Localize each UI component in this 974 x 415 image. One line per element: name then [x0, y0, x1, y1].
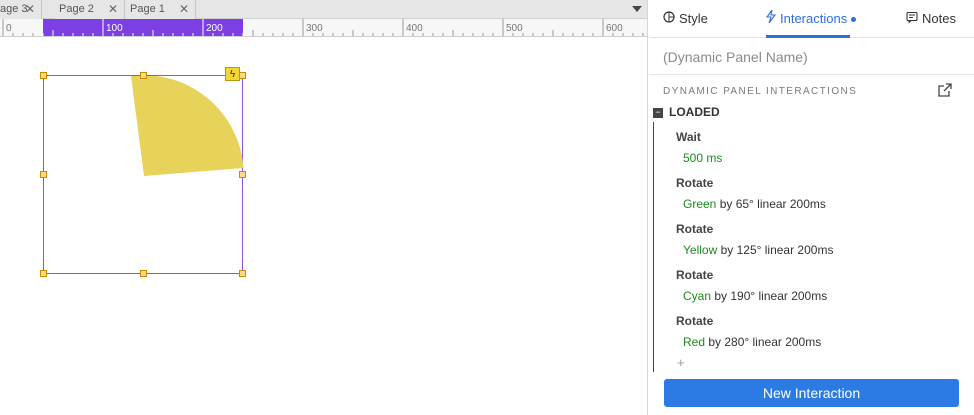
page-tab-label: age 3	[0, 3, 28, 15]
close-icon[interactable]: ✕	[108, 0, 118, 19]
resize-handle-top-right[interactable]	[239, 72, 246, 79]
widget-name-field[interactable]: (Dynamic Panel Name)	[663, 49, 808, 65]
ruler-label: 100	[106, 23, 123, 34]
resize-handle-bottom-right[interactable]	[239, 270, 246, 277]
resize-handle-left[interactable]	[40, 171, 47, 178]
action-params: by 125° linear 200ms	[717, 243, 834, 257]
action-rotate-yellow[interactable]: Rotate Yellow by 125° linear 200ms	[676, 222, 833, 257]
tab-interactions-label: Interactions	[780, 11, 848, 26]
page-tab-page-2[interactable]: Page 2 ✕	[55, 0, 125, 19]
ruler-graphic: 0 100 200 300 400 500 600	[2, 19, 644, 36]
action-detail[interactable]: Red by 280° linear 200ms	[683, 335, 821, 349]
interaction-lightning-icon[interactable]: ϟ	[225, 67, 240, 81]
tab-interactions[interactable]: Interactions	[765, 0, 857, 38]
action-rotate-red[interactable]: Rotate Red by 280° linear 200ms	[676, 314, 821, 349]
pie-quarter-shape[interactable]	[44, 76, 244, 275]
tab-menu-dropdown-icon[interactable]	[632, 6, 642, 12]
ruler-label: 500	[506, 23, 523, 34]
action-target: 500 ms	[683, 151, 723, 165]
action-rotate-green[interactable]: Rotate Green by 65° linear 200ms	[676, 176, 826, 211]
close-icon[interactable]: ✕	[25, 0, 35, 19]
ruler-label: 0	[6, 23, 12, 34]
new-interaction-button[interactable]: New Interaction	[664, 379, 959, 407]
add-action-icon[interactable]: +	[677, 355, 685, 370]
unsaved-indicator-dot	[851, 17, 857, 23]
action-detail[interactable]: Yellow by 125° linear 200ms	[683, 243, 833, 257]
action-title: Wait	[676, 130, 701, 144]
divider	[649, 74, 974, 75]
action-target: Red	[683, 335, 706, 349]
action-title: Rotate	[676, 176, 714, 190]
tab-style-label: Style	[679, 11, 708, 26]
dynamic-panel-widget[interactable]	[43, 75, 244, 275]
ruler-label: 200	[206, 23, 223, 34]
action-title: Rotate	[676, 314, 714, 328]
action-params: by 65° linear 200ms	[716, 197, 826, 211]
action-title: Rotate	[676, 222, 714, 236]
tab-notes-label: Notes	[922, 11, 956, 26]
active-tab-underline	[766, 35, 850, 38]
notes-icon	[906, 0, 918, 38]
ruler-label: 400	[406, 23, 423, 34]
action-detail[interactable]: Cyan by 190° linear 200ms	[683, 289, 827, 303]
resize-handle-bottom[interactable]	[140, 270, 147, 277]
ruler-label: 300	[306, 23, 323, 34]
popout-icon[interactable]	[937, 82, 953, 103]
page-tab-label: Page 1	[130, 3, 165, 15]
page-tab-bar: age 3 ✕ Page 2 ✕ Page 1 ✕	[0, 0, 647, 19]
event-connector-line	[653, 122, 654, 372]
page-tab-page-1[interactable]: Page 1 ✕	[126, 0, 196, 19]
lightning-icon	[765, 0, 777, 38]
action-params: by 280° linear 200ms	[705, 335, 822, 349]
inspector-tabs: Style Interactions Notes	[649, 0, 974, 38]
action-target: Green	[683, 197, 717, 211]
horizontal-ruler: 0 100 200 300 400 500 600	[0, 19, 647, 37]
collapse-icon[interactable]: −	[653, 108, 663, 118]
ruler-label: 600	[606, 23, 623, 34]
action-wait[interactable]: Wait 500 ms	[676, 130, 722, 165]
action-detail[interactable]: Green by 65° linear 200ms	[683, 197, 826, 211]
action-rotate-cyan[interactable]: Rotate Cyan by 190° linear 200ms	[676, 268, 827, 303]
close-icon[interactable]: ✕	[179, 0, 189, 19]
action-detail[interactable]: 500 ms	[683, 151, 722, 165]
page-tab-page-3[interactable]: age 3 ✕	[0, 0, 42, 19]
section-heading: DYNAMIC PANEL INTERACTIONS	[663, 86, 858, 97]
action-target: Yellow	[683, 243, 718, 257]
event-name: LOADED	[669, 105, 720, 119]
action-title: Rotate	[676, 268, 714, 282]
resize-handle-right[interactable]	[239, 171, 246, 178]
resize-handle-top-left[interactable]	[40, 72, 47, 79]
resize-handle-top[interactable]	[140, 72, 147, 79]
pie-wedge[interactable]	[131, 76, 244, 176]
action-params: by 190° linear 200ms	[711, 289, 828, 303]
resize-handle-bottom-left[interactable]	[40, 270, 47, 277]
design-canvas[interactable]: ϟ	[0, 38, 647, 415]
tab-style[interactable]: Style	[663, 0, 708, 38]
inspector-panel: Style Interactions Notes (Dynamic Panel …	[649, 0, 974, 415]
tab-notes[interactable]: Notes	[906, 0, 956, 38]
style-icon	[663, 0, 675, 38]
action-target: Cyan	[683, 289, 712, 303]
page-tab-label: Page 2	[59, 3, 94, 15]
canvas-area: age 3 ✕ Page 2 ✕ Page 1 ✕ 0 100 200 300 400 5…	[0, 0, 648, 415]
